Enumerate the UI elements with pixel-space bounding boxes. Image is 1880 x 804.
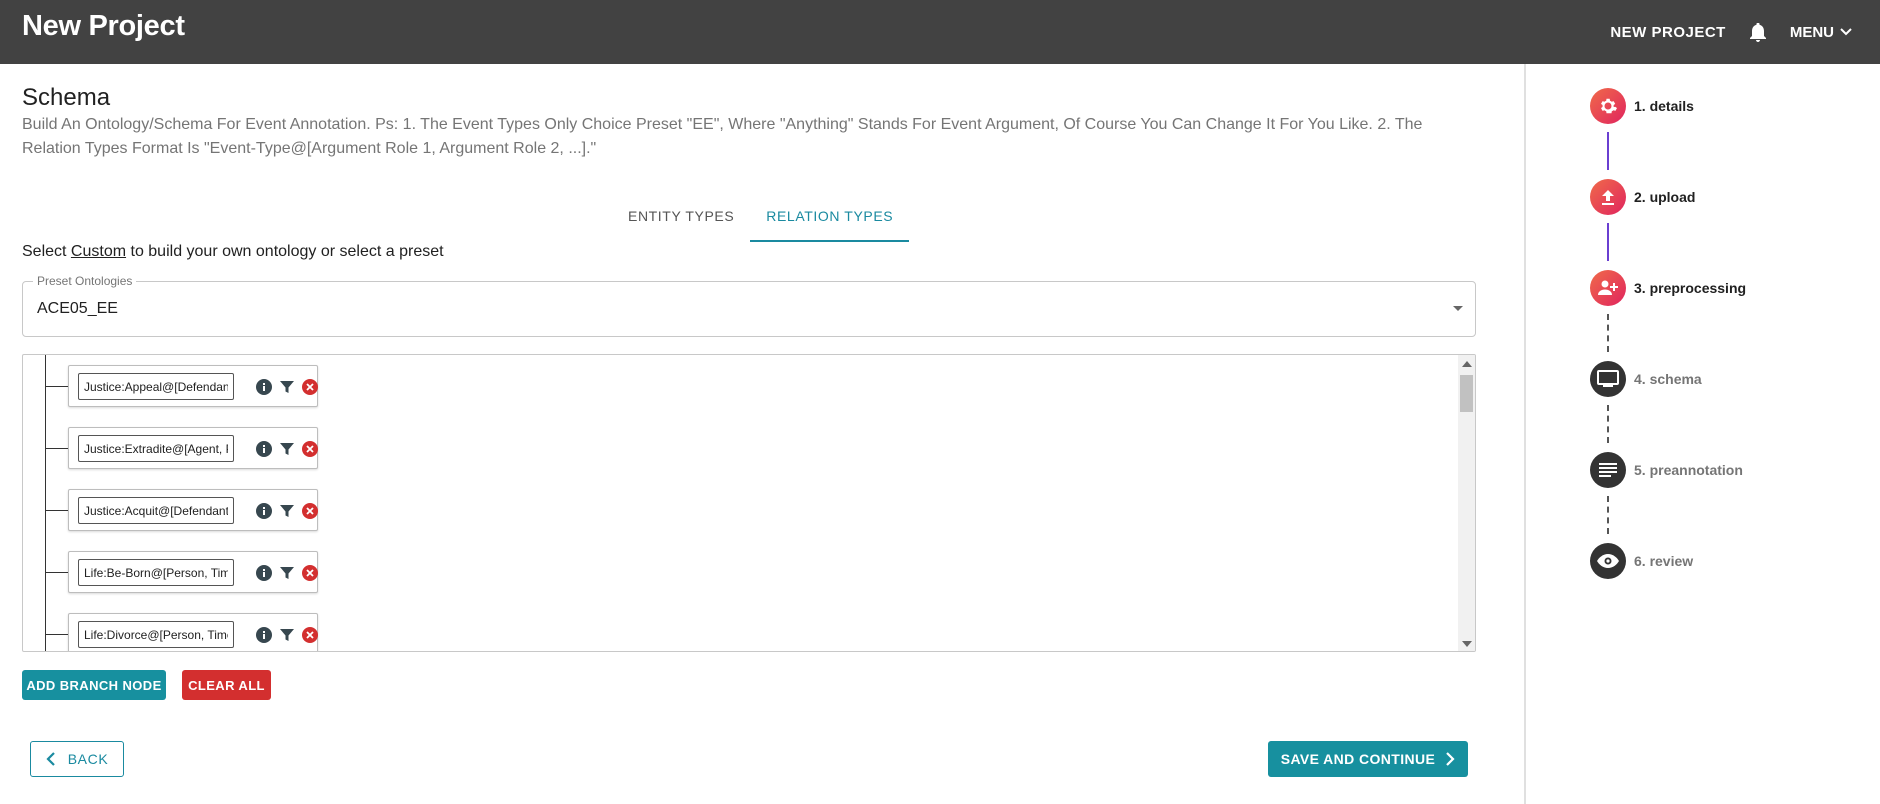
tree-branch (45, 386, 68, 387)
chevron-right-icon (1446, 752, 1455, 766)
filter-icon[interactable] (278, 440, 296, 458)
preset-ontologies-select[interactable]: Preset Ontologies ACE05_EE (22, 274, 1476, 337)
step-upload[interactable]: 2. upload (1590, 179, 1695, 215)
filter-icon[interactable] (278, 564, 296, 582)
clear-all-button[interactable]: CLEAR ALL (182, 670, 271, 700)
tree-node (68, 489, 318, 531)
node-name-input[interactable] (78, 497, 234, 524)
tree-node (68, 365, 318, 407)
tree-node (68, 427, 318, 469)
select-hint: Select Custom to build your own ontology… (22, 243, 444, 261)
step-label: 1. details (1634, 98, 1694, 114)
info-icon[interactable] (255, 502, 273, 520)
app-title: New Project (22, 10, 185, 42)
delete-icon[interactable] (301, 502, 319, 520)
tree-trunk (45, 355, 46, 651)
preset-ontologies-value: ACE05_EE (37, 300, 118, 317)
tree-branch (45, 572, 68, 573)
delete-icon[interactable] (301, 626, 319, 644)
delete-icon[interactable] (301, 564, 319, 582)
chevron-left-icon (46, 752, 55, 766)
step-preprocessing[interactable]: 3. preprocessing (1590, 270, 1746, 306)
add-branch-node-button[interactable]: ADD BRANCH NODE (22, 670, 166, 700)
bell-icon[interactable] (1748, 21, 1768, 43)
delete-icon[interactable] (301, 378, 319, 396)
tree-branch (45, 634, 68, 635)
step-connector (1607, 405, 1609, 443)
scroll-up-icon[interactable] (1462, 361, 1472, 367)
ontology-tree[interactable] (22, 354, 1476, 652)
tree-node (68, 613, 319, 651)
save-and-continue-button[interactable]: SAVE AND CONTINUE (1268, 741, 1468, 777)
lines-icon (1590, 452, 1626, 488)
section-title: Schema (22, 84, 111, 111)
step-review[interactable]: 6. review (1590, 543, 1693, 579)
type-tabs: ENTITY TYPES RELATION TYPES (612, 204, 910, 242)
step-label: 3. preprocessing (1634, 280, 1747, 296)
person-add-icon (1590, 270, 1626, 306)
info-icon[interactable] (255, 440, 273, 458)
project-stepper: 1. details 2. upload 3. preprocessing 4.… (1526, 64, 1880, 804)
info-icon[interactable] (255, 378, 273, 396)
dropdown-caret-icon (1453, 306, 1463, 311)
info-icon[interactable] (255, 626, 273, 644)
menu-button[interactable]: MENU (1790, 24, 1852, 41)
tab-relation-types[interactable]: RELATION TYPES (750, 204, 910, 242)
eye-icon (1590, 543, 1626, 579)
tree-scrollbar[interactable] (1458, 355, 1475, 651)
step-label: 6. review (1634, 553, 1694, 569)
tab-entity-types[interactable]: ENTITY TYPES (612, 204, 750, 242)
step-label: 2. upload (1634, 189, 1696, 205)
step-label: 5. preannotation (1634, 462, 1743, 478)
step-connector (1607, 223, 1609, 261)
new-project-link[interactable]: NEW PROJECT (1610, 24, 1726, 41)
custom-link[interactable]: Custom (71, 243, 126, 260)
step-preannotation[interactable]: 5. preannotation (1590, 452, 1743, 488)
tree-branch (45, 510, 68, 511)
top-actions: NEW PROJECT MENU (1610, 0, 1852, 64)
filter-icon[interactable] (278, 378, 296, 396)
back-button[interactable]: BACK (30, 741, 124, 777)
info-icon[interactable] (255, 564, 273, 582)
schema-panel: Schema Build An Ontology/Schema For Even… (0, 64, 1524, 804)
node-name-input[interactable] (78, 435, 234, 462)
filter-icon[interactable] (278, 626, 296, 644)
menu-label: MENU (1789, 23, 1834, 41)
node-name-input[interactable] (78, 559, 234, 586)
upload-icon (1590, 179, 1626, 215)
tree-node (68, 551, 318, 593)
filter-icon[interactable] (278, 502, 296, 520)
step-schema[interactable]: 4. schema (1590, 361, 1702, 397)
save-label: SAVE AND CONTINUE (1280, 751, 1436, 767)
tree-branch (45, 448, 68, 449)
scroll-thumb[interactable] (1460, 375, 1473, 412)
preset-ontologies-label: Preset Ontologies (33, 274, 137, 288)
section-description: Build An Ontology/Schema For Event Annot… (22, 116, 1423, 157)
step-label: 4. schema (1634, 371, 1702, 387)
back-label: BACK (67, 751, 109, 767)
scroll-down-icon[interactable] (1462, 641, 1472, 647)
delete-icon[interactable] (301, 440, 319, 458)
step-details[interactable]: 1. details (1590, 88, 1694, 124)
monitor-icon (1590, 361, 1626, 397)
node-name-input[interactable] (78, 373, 234, 400)
hint-suffix: to build your own ontology or select a p… (126, 243, 444, 260)
hint-prefix: Select (22, 243, 71, 260)
step-connector (1607, 132, 1609, 170)
node-name-input[interactable] (78, 621, 234, 648)
step-connector (1607, 314, 1609, 352)
app-bar: New Project NEW PROJECT MENU (0, 0, 1880, 64)
step-connector (1607, 496, 1609, 534)
gear-icon (1590, 88, 1626, 124)
chevron-down-icon (1840, 28, 1852, 36)
